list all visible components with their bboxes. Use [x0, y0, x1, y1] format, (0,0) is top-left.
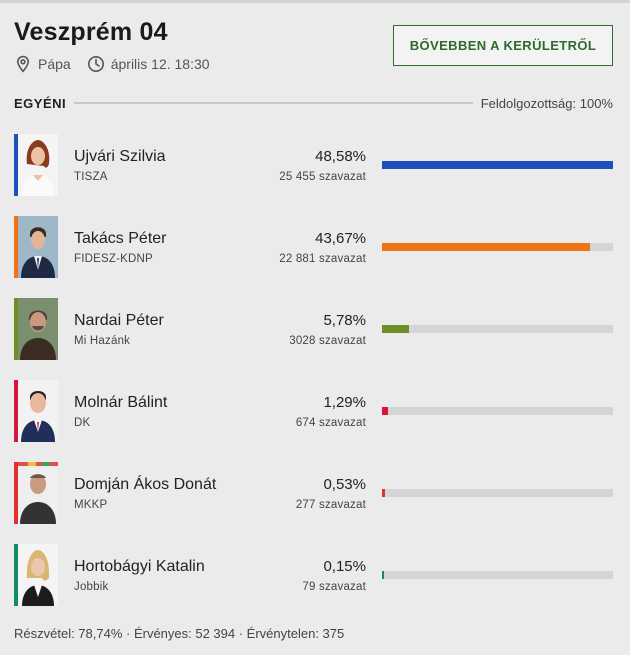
candidate-percent: 48,58% — [315, 148, 366, 165]
vote-share-bar — [382, 161, 613, 169]
candidate-name: Ujvári Szilvia — [74, 148, 166, 165]
candidate-photo — [18, 134, 58, 196]
candidate-party: MKKP — [74, 499, 108, 511]
candidate-row: Molnár Bálint DK 1,29% 674 szavazat — [14, 380, 613, 442]
top-divider — [0, 0, 630, 3]
candidate-name: Nardai Péter — [74, 312, 164, 329]
candidate-votes: 25 455 szavazat — [279, 171, 366, 183]
candidate-row: Takács Péter FIDESZ-KDNP 43,67% 22 881 s… — [14, 216, 613, 278]
district-details-button[interactable]: BŐVEBBEN A KERÜLETRŐL — [393, 25, 613, 66]
candidate-row: Hortobágyi Katalin Jobbik 0,15% 79 szava… — [14, 544, 613, 606]
candidate-photo — [18, 298, 58, 360]
candidate-photo — [18, 462, 58, 524]
candidate-party: TISZA — [74, 171, 108, 183]
processing-status: Feldolgozottság: 100% — [480, 95, 613, 111]
candidate-party: FIDESZ-KDNP — [74, 253, 153, 265]
vote-share-fill — [382, 571, 385, 579]
candidate-percent: 0,15% — [323, 558, 366, 575]
candidate-name: Molnár Bálint — [74, 394, 168, 411]
vote-share-fill — [382, 407, 389, 415]
candidate-row: Domján Ákos Donát MKKP 0,53% 277 szavaza… — [14, 462, 613, 524]
candidate-percent: 0,53% — [323, 476, 366, 493]
candidate-photo — [18, 380, 58, 442]
vote-share-bar — [382, 407, 613, 415]
turnout-summary: Részvétel: 78,74% · Érvényes: 52 394 · É… — [14, 626, 345, 641]
vote-share-fill — [382, 161, 613, 169]
vote-share-bar — [382, 325, 613, 333]
candidate-photo — [18, 216, 58, 278]
candidate-row: Nardai Péter Mi Hazánk 5,78% 3028 szavaz… — [14, 298, 613, 360]
district-title: Veszprém 04 — [14, 18, 168, 46]
candidate-votes: 3028 szavazat — [289, 335, 366, 347]
candidate-name: Hortobágyi Katalin — [74, 558, 205, 575]
vote-share-fill — [382, 243, 590, 251]
candidate-votes: 79 szavazat — [302, 581, 366, 593]
clock-icon — [87, 55, 105, 73]
candidate-votes: 22 881 szavazat — [279, 253, 366, 265]
candidate-percent: 1,29% — [323, 394, 366, 411]
vote-share-bar — [382, 571, 613, 579]
candidate-photo — [18, 544, 58, 606]
candidate-votes: 277 szavazat — [295, 499, 366, 511]
datetime-text: április 12. 18:30 — [110, 56, 210, 72]
location-text: Pápa — [38, 56, 71, 72]
vote-share-bar — [382, 243, 613, 251]
vote-share-fill — [382, 489, 385, 497]
candidate-party: DK — [74, 417, 91, 429]
section-divider — [74, 102, 473, 104]
candidate-row: Ujvári Szilvia TISZA 48,58% 25 455 szava… — [14, 134, 613, 196]
section-header: EGYÉNI Feldolgozottság: 100% — [14, 94, 613, 112]
candidate-votes: 674 szavazat — [295, 417, 366, 429]
district-meta: Pápa április 12. 18:30 — [14, 55, 210, 73]
section-label: EGYÉNI — [14, 95, 67, 111]
vote-share-bar — [382, 489, 613, 497]
candidate-percent: 5,78% — [323, 312, 366, 329]
candidate-party: Jobbik — [74, 581, 109, 593]
candidate-percent: 43,67% — [315, 230, 366, 247]
candidate-name: Takács Péter — [74, 230, 167, 247]
candidate-party: Mi Hazánk — [74, 335, 131, 347]
vote-share-fill — [382, 325, 410, 333]
map-pin-icon — [14, 55, 32, 73]
candidate-name: Domján Ákos Donát — [74, 476, 217, 493]
